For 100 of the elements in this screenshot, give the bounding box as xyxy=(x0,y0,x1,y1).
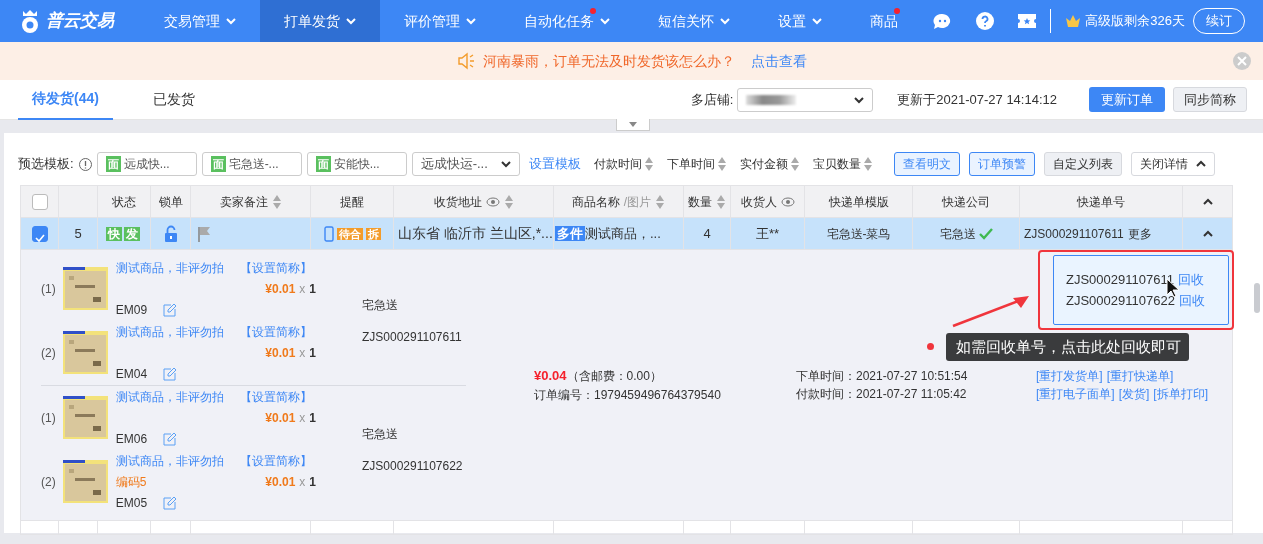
item-price: ¥0.01 xyxy=(265,344,296,362)
nav-menu-item[interactable]: 商品 xyxy=(846,0,922,42)
action-link[interactable]: [重打快递单] xyxy=(1106,367,1174,385)
template-button[interactable]: 面 宅急送-... xyxy=(201,152,302,176)
chevron-down-icon xyxy=(500,160,511,168)
product-link[interactable]: 测试商品，非评勿拍 xyxy=(115,387,224,406)
template-name: 宅急送-菜鸟 xyxy=(826,226,891,241)
tab[interactable]: 已发货 xyxy=(138,79,209,120)
template-tag: 面 xyxy=(210,155,226,173)
close-icon[interactable] xyxy=(1233,52,1251,70)
nav-menu-item[interactable]: 短信关怀 xyxy=(634,0,754,42)
scrollbar-thumb[interactable] xyxy=(1254,283,1260,313)
toolbar-button[interactable]: 查看明文 xyxy=(893,152,960,176)
payment-time: 付款时间：2021-07-27 11:05:42 xyxy=(796,386,968,403)
edit-icon[interactable] xyxy=(163,366,178,381)
row-number: 5 xyxy=(74,225,82,241)
flag-icon[interactable] xyxy=(197,226,211,243)
template-tag: 面 xyxy=(105,155,121,173)
edit-icon[interactable] xyxy=(163,302,178,317)
chevron-up-icon[interactable] xyxy=(1202,230,1213,239)
goods-tag: 多件 xyxy=(555,225,585,241)
store-select[interactable] xyxy=(737,87,874,112)
item-index: (2) xyxy=(41,473,57,491)
column-header: 提醒 xyxy=(340,193,364,211)
toolbar-button[interactable]: 同步简称 xyxy=(1173,86,1247,113)
item-sku: EM05 xyxy=(115,494,148,512)
nav-menu-item[interactable]: 交易管理 xyxy=(140,0,260,42)
item-price: ¥0.01 xyxy=(265,473,296,491)
product-link[interactable]: 测试商品，非评勿拍 xyxy=(115,451,224,470)
set-alias-link[interactable]: 【设置简称】 xyxy=(239,387,312,406)
update-time: 更新于2021-07-27 14:14:12 xyxy=(897,90,1057,109)
set-alias-link[interactable]: 【设置简称】 xyxy=(239,322,312,341)
toolbar-button[interactable]: 订单预警 xyxy=(968,152,1035,176)
set-alias-link[interactable]: 【设置简称】 xyxy=(239,451,312,470)
courier-name: 宅急送 xyxy=(362,425,399,443)
chevron-up-icon xyxy=(1195,160,1206,168)
toolbar-button[interactable]: 关闭详情 xyxy=(1130,152,1215,176)
select-all-checkbox[interactable] xyxy=(31,194,48,211)
logo-text: 普云交易 xyxy=(46,10,114,33)
column-header: 状态 xyxy=(112,193,136,211)
set-alias-link[interactable]: 【设置简称】 xyxy=(239,258,312,277)
nav-menu-item[interactable]: 设置 xyxy=(754,0,846,42)
edit-icon[interactable] xyxy=(163,431,178,446)
item-quantity: 1 xyxy=(309,473,316,491)
unlock-icon[interactable] xyxy=(162,225,179,244)
item-quantity: 1 xyxy=(309,344,316,362)
recycle-link[interactable]: 回收 xyxy=(1177,269,1204,289)
action-link[interactable]: [重打电子面单] xyxy=(1036,385,1115,403)
multiply-sign: x xyxy=(299,473,306,491)
tracking-number: ZJS000291107611 xyxy=(362,328,462,346)
action-link[interactable]: [重打发货单] xyxy=(1036,367,1103,385)
template-name: 宅急送-... xyxy=(228,156,279,173)
collapse-toggle[interactable] xyxy=(616,119,650,131)
column-header: 卖家备注 xyxy=(219,192,282,211)
order-total: ¥0.04 xyxy=(534,367,567,386)
chat-bubble-icon[interactable] xyxy=(932,12,953,30)
row-checkbox[interactable] xyxy=(31,226,48,243)
notice-link[interactable]: 点击查看 xyxy=(750,50,807,72)
edit-icon[interactable] xyxy=(163,495,178,510)
order-number: 订单编号：1979459496764379540 xyxy=(534,386,722,404)
item-quantity: 1 xyxy=(309,409,316,427)
toolbar-button[interactable]: 自定义列表 xyxy=(1043,152,1122,176)
settings-link[interactable]: 设置模板 xyxy=(528,154,581,174)
item-index: (1) xyxy=(41,280,57,298)
info-icon xyxy=(78,157,92,171)
sort-option[interactable]: 下单时间 xyxy=(666,155,727,173)
item-quantity: 1 xyxy=(309,280,316,298)
template-button[interactable]: 面 远成快... xyxy=(96,152,197,176)
template-select[interactable]: 远成快运-... xyxy=(411,152,520,176)
ticket-icon[interactable] xyxy=(1018,14,1037,28)
chevron-up-icon[interactable] xyxy=(1202,198,1213,207)
tracking-number: ZJS000291107622 xyxy=(362,457,463,475)
sort-option[interactable]: 宝贝数量 xyxy=(812,155,873,173)
help-icon[interactable] xyxy=(976,12,995,30)
crown-icon xyxy=(1065,14,1082,28)
item-price: ¥0.01 xyxy=(265,409,296,427)
order-time: 下单时间：2021-07-27 10:51:54 xyxy=(796,368,969,385)
nav-menu-item[interactable]: 打单发货 xyxy=(260,0,380,42)
tab[interactable]: 待发货(44) xyxy=(18,79,113,120)
shipping-fee: （含邮费：0.00） xyxy=(566,368,662,386)
toolbar-button[interactable]: 更新订单 xyxy=(1089,86,1165,113)
sort-option[interactable]: 实付金额 xyxy=(739,155,800,173)
sort-icon xyxy=(862,156,873,172)
multiply-sign: x xyxy=(299,344,306,362)
nav-menu-item[interactable]: 评价管理 xyxy=(380,0,500,42)
action-link[interactable]: [拆单打印] xyxy=(1153,385,1208,403)
more-link[interactable]: 更多 xyxy=(1127,226,1152,241)
notice-text: 河南暴雨，订单无法及时发货该怎么办？ xyxy=(482,51,735,71)
column-header: 收货人 xyxy=(740,192,795,211)
action-link[interactable]: [发货] xyxy=(1118,385,1150,403)
template-name: 远成快... xyxy=(123,156,170,173)
product-link[interactable]: 测试商品，非评勿拍 xyxy=(115,258,224,277)
template-tag: 面 xyxy=(315,155,331,173)
nav-menu-item[interactable]: 自动化任务 xyxy=(500,0,634,42)
address-text: 山东省 临沂市 兰山区,*... xyxy=(398,225,553,241)
reminder-tag: 待合 xyxy=(336,227,363,240)
template-button[interactable]: 面 安能快... xyxy=(306,152,407,176)
product-link[interactable]: 测试商品，非评勿拍 xyxy=(115,322,224,341)
sort-option[interactable]: 付款时间 xyxy=(593,155,654,173)
recycle-link[interactable]: 回收 xyxy=(1178,291,1205,311)
